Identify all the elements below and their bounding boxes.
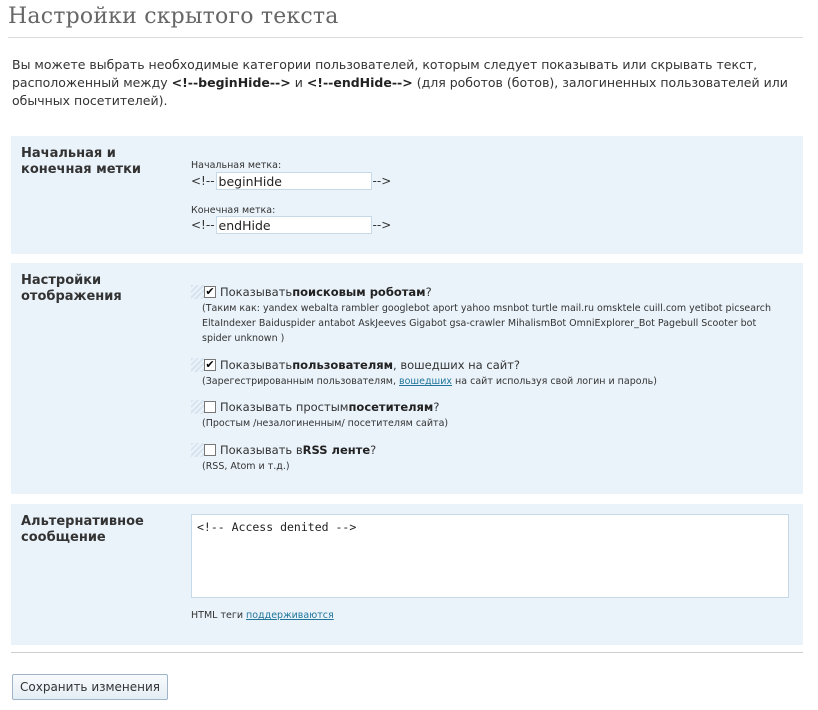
- users-label-post: , вошедших на сайт?: [393, 358, 521, 372]
- rss-checkbox[interactable]: [204, 444, 216, 456]
- tags-section-label: Начальная и конечная метки: [21, 146, 142, 177]
- users-label-pre: Показывать: [220, 358, 293, 372]
- alt-section-label: Альтернативное сообщение: [21, 514, 144, 545]
- users-desc-pre: (Зарегестрированным пользователям,: [202, 376, 400, 387]
- visitors-desc: (Простым /незалогиненным/ посетителям са…: [202, 418, 449, 429]
- option-rss: Показывать в RSS ленте? (RSS, Atom и т.д…: [191, 443, 791, 474]
- display-section: Настройки отображения ✔ Показывать поиск…: [11, 263, 803, 494]
- end-tag-prefix: <!--: [191, 218, 215, 232]
- option-visitors: Показывать простым посетителям? (Простым…: [191, 400, 791, 431]
- intro-and: и: [290, 75, 307, 90]
- rss-label-post: ?: [370, 443, 377, 457]
- users-checkbox[interactable]: ✔: [204, 359, 216, 371]
- users-desc: (Зарегестрированным пользователям, вошед…: [202, 374, 791, 389]
- display-section-label: Настройки отображения: [21, 273, 122, 304]
- intro-tag-end: <!--endHide-->: [306, 75, 413, 90]
- intro-text: Вы можете выбрать необходимые категории …: [12, 56, 807, 110]
- html-note-pre: HTML теги: [191, 610, 247, 621]
- save-changes-button[interactable]: Сохранить изменения: [12, 674, 169, 700]
- rss-label-pre: Показывать в: [220, 443, 303, 457]
- page-title: Настройки скрытого текста: [8, 4, 803, 38]
- alt-message-textarea[interactable]: <!-- Access denited -->: [191, 514, 789, 598]
- divider: [11, 652, 803, 653]
- users-label-bold: пользователям: [292, 358, 394, 372]
- end-tag-row: <!-- -->: [191, 216, 391, 234]
- begin-tag-input[interactable]: [215, 172, 372, 190]
- row-stripe: [191, 443, 204, 457]
- option-users: ✔ Показывать пользователям, вошедших на …: [191, 358, 791, 389]
- begin-tag-row: <!-- -->: [191, 172, 391, 190]
- logged-in-link[interactable]: вошедших: [399, 376, 452, 387]
- visitors-checkbox[interactable]: [204, 401, 216, 413]
- end-tag-label: Конечная метка:: [191, 205, 276, 216]
- end-tag-suffix: -->: [372, 218, 392, 232]
- option-search-robots: ✔ Показывать поисковым роботам? (Таким к…: [191, 285, 791, 346]
- intro-tag-begin: <!--beginHide-->: [171, 75, 291, 90]
- row-stripe: [191, 285, 204, 299]
- begin-tag-suffix: -->: [372, 174, 392, 188]
- robots-label-post: ?: [425, 285, 432, 299]
- visitors-label-post: ?: [433, 400, 440, 414]
- visitors-label-bold: посетителям: [348, 400, 434, 414]
- begin-tag-label: Начальная метка:: [191, 160, 282, 171]
- tags-section: Начальная и конечная метки Начальная мет…: [11, 136, 803, 254]
- visitors-label-pre: Показывать простым: [220, 400, 349, 414]
- begin-tag-prefix: <!--: [191, 174, 215, 188]
- users-desc-post: на сайт используя свой логин и пароль): [452, 376, 657, 387]
- rss-desc: (RSS, Atom и т.д.): [202, 461, 290, 472]
- rss-label-bold: RSS ленте: [302, 443, 371, 457]
- row-stripe: [191, 400, 204, 414]
- robots-label-pre: Показывать: [220, 285, 293, 299]
- html-supported-link[interactable]: поддерживаются: [246, 610, 334, 621]
- end-tag-input[interactable]: [215, 216, 372, 234]
- robots-checkbox[interactable]: ✔: [204, 286, 216, 298]
- alt-section: Альтернативное сообщение <!-- Access den…: [11, 504, 803, 645]
- html-note: HTML теги поддерживаются: [191, 610, 334, 621]
- robots-label-bold: поисковым роботам: [292, 285, 426, 299]
- row-stripe: [191, 358, 204, 372]
- robots-desc: (Таким как: yandex webalta rambler googl…: [202, 303, 771, 344]
